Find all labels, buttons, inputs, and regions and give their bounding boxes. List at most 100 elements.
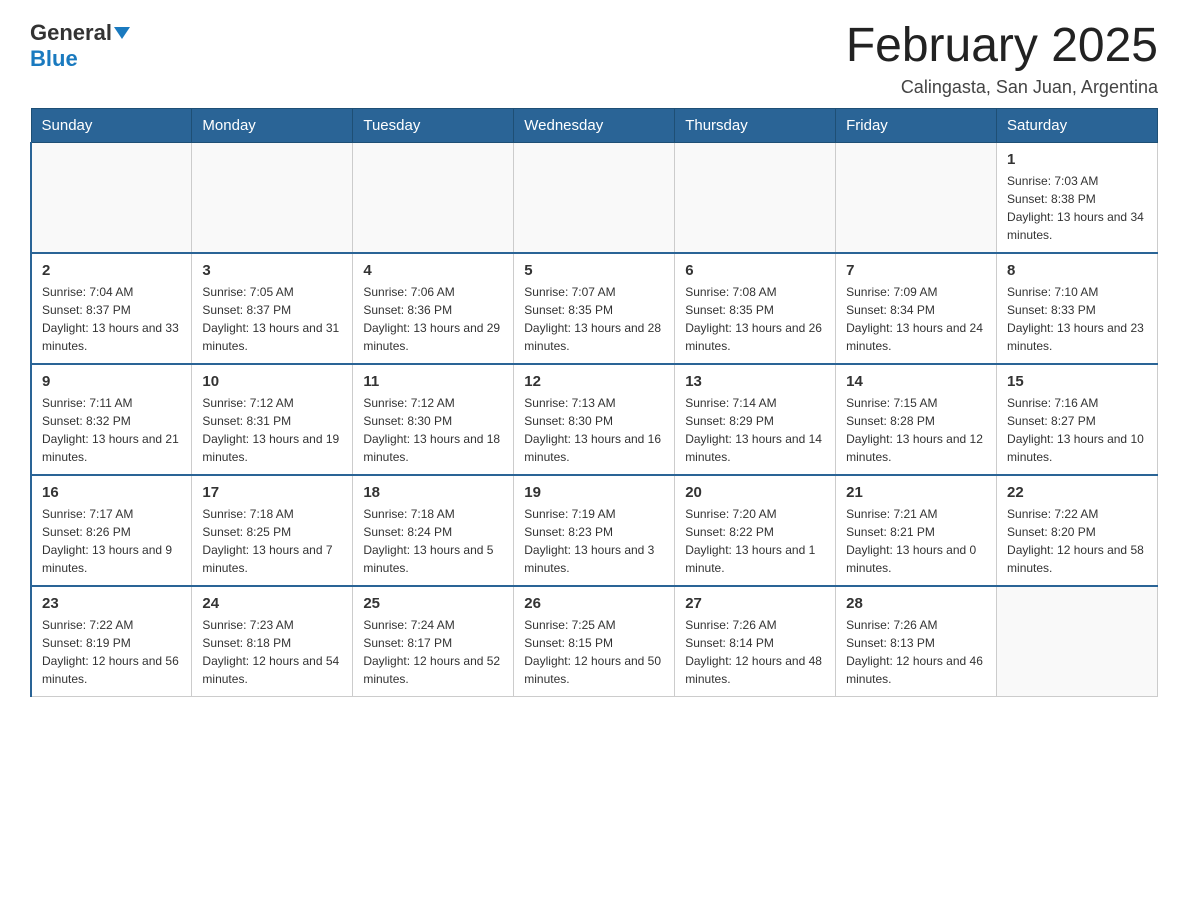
day-number: 5 [524, 262, 664, 279]
calendar-day-cell: 18 Sunrise: 7:18 AMSunset: 8:24 PMDayligh… [353, 475, 514, 586]
calendar-day-cell [192, 142, 353, 253]
day-info: Sunrise: 7:11 AMSunset: 8:32 PMDaylight:… [42, 394, 181, 466]
day-number: 11 [363, 373, 503, 390]
day-info: Sunrise: 7:12 AMSunset: 8:31 PMDaylight:… [202, 394, 342, 466]
day-number: 12 [524, 373, 664, 390]
day-number: 17 [202, 484, 342, 501]
calendar-day-cell [353, 142, 514, 253]
calendar-day-cell: 1 Sunrise: 7:03 AMSunset: 8:38 PMDaylight… [997, 142, 1158, 253]
calendar-day-cell [836, 142, 997, 253]
calendar-title: February 2025 [846, 20, 1158, 73]
day-info: Sunrise: 7:24 AMSunset: 8:17 PMDaylight:… [363, 616, 503, 688]
calendar-header: SundayMondayTuesdayWednesdayThursdayFrid… [31, 108, 1158, 142]
calendar-day-cell [514, 142, 675, 253]
day-info: Sunrise: 7:26 AMSunset: 8:14 PMDaylight:… [685, 616, 825, 688]
calendar-day-cell: 19 Sunrise: 7:19 AMSunset: 8:23 PMDayligh… [514, 475, 675, 586]
day-info: Sunrise: 7:08 AMSunset: 8:35 PMDaylight:… [685, 283, 825, 355]
day-number: 13 [685, 373, 825, 390]
day-number: 4 [363, 262, 503, 279]
weekday-header-sunday: Sunday [31, 108, 192, 142]
calendar-body: 1 Sunrise: 7:03 AMSunset: 8:38 PMDaylight… [31, 142, 1158, 696]
day-info: Sunrise: 7:18 AMSunset: 8:25 PMDaylight:… [202, 505, 342, 577]
days-of-week-row: SundayMondayTuesdayWednesdayThursdayFrid… [31, 108, 1158, 142]
day-number: 18 [363, 484, 503, 501]
day-info: Sunrise: 7:16 AMSunset: 8:27 PMDaylight:… [1007, 394, 1147, 466]
calendar-day-cell: 10Sunrise: 7:12 AMSunset: 8:31 PMDayligh… [192, 364, 353, 475]
calendar-day-cell: 16 Sunrise: 7:17 AMSunset: 8:26 PMDayligh… [31, 475, 192, 586]
day-info: Sunrise: 7:26 AMSunset: 8:13 PMDaylight:… [846, 616, 986, 688]
logo: General Blue [30, 20, 130, 72]
day-info: Sunrise: 7:12 AMSunset: 8:30 PMDaylight:… [363, 394, 503, 466]
calendar-week-row: 1 Sunrise: 7:03 AMSunset: 8:38 PMDaylight… [31, 142, 1158, 253]
calendar-day-cell: 12 Sunrise: 7:13 AMSunset: 8:30 PMDayligh… [514, 364, 675, 475]
day-number: 23 [42, 595, 181, 612]
day-info: Sunrise: 7:07 AMSunset: 8:35 PMDaylight:… [524, 283, 664, 355]
day-number: 22 [1007, 484, 1147, 501]
day-number: 14 [846, 373, 986, 390]
day-number: 3 [202, 262, 342, 279]
day-info: Sunrise: 7:20 AMSunset: 8:22 PMDaylight:… [685, 505, 825, 577]
day-info: Sunrise: 7:21 AMSunset: 8:21 PMDaylight:… [846, 505, 986, 577]
day-info: Sunrise: 7:19 AMSunset: 8:23 PMDaylight:… [524, 505, 664, 577]
calendar-day-cell: 7Sunrise: 7:09 AMSunset: 8:34 PMDaylight… [836, 253, 997, 364]
logo-blue-text: Blue [30, 46, 78, 72]
calendar-day-cell: 21 Sunrise: 7:21 AMSunset: 8:21 PMDayligh… [836, 475, 997, 586]
day-number: 9 [42, 373, 181, 390]
calendar-week-row: 23Sunrise: 7:22 AMSunset: 8:19 PMDayligh… [31, 586, 1158, 697]
day-number: 24 [202, 595, 342, 612]
day-info: Sunrise: 7:13 AMSunset: 8:30 PMDaylight:… [524, 394, 664, 466]
calendar-day-cell: 11 Sunrise: 7:12 AMSunset: 8:30 PMDayligh… [353, 364, 514, 475]
weekday-header-thursday: Thursday [675, 108, 836, 142]
day-info: Sunrise: 7:25 AMSunset: 8:15 PMDaylight:… [524, 616, 664, 688]
day-number: 2 [42, 262, 181, 279]
calendar-day-cell [675, 142, 836, 253]
day-number: 16 [42, 484, 181, 501]
day-number: 1 [1007, 151, 1147, 168]
day-number: 15 [1007, 373, 1147, 390]
calendar-day-cell: 5 Sunrise: 7:07 AMSunset: 8:35 PMDaylight… [514, 253, 675, 364]
day-info: Sunrise: 7:23 AMSunset: 8:18 PMDaylight:… [202, 616, 342, 688]
calendar-day-cell: 9 Sunrise: 7:11 AMSunset: 8:32 PMDaylight… [31, 364, 192, 475]
day-number: 19 [524, 484, 664, 501]
calendar-subtitle: Calingasta, San Juan, Argentina [846, 77, 1158, 98]
day-info: Sunrise: 7:05 AMSunset: 8:37 PMDaylight:… [202, 283, 342, 355]
calendar-day-cell: 3 Sunrise: 7:05 AMSunset: 8:37 PMDaylight… [192, 253, 353, 364]
calendar-day-cell: 25 Sunrise: 7:24 AMSunset: 8:17 PMDayligh… [353, 586, 514, 697]
calendar-week-row: 9 Sunrise: 7:11 AMSunset: 8:32 PMDaylight… [31, 364, 1158, 475]
day-number: 20 [685, 484, 825, 501]
calendar-day-cell: 22 Sunrise: 7:22 AMSunset: 8:20 PMDayligh… [997, 475, 1158, 586]
calendar-week-row: 2 Sunrise: 7:04 AMSunset: 8:37 PMDaylight… [31, 253, 1158, 364]
calendar-day-cell: 17 Sunrise: 7:18 AMSunset: 8:25 PMDayligh… [192, 475, 353, 586]
calendar-day-cell: 27Sunrise: 7:26 AMSunset: 8:14 PMDayligh… [675, 586, 836, 697]
day-number: 25 [363, 595, 503, 612]
page-header: General Blue February 2025 Calingasta, S… [30, 20, 1158, 98]
title-block: February 2025 Calingasta, San Juan, Arge… [846, 20, 1158, 98]
day-number: 7 [846, 262, 986, 279]
weekday-header-wednesday: Wednesday [514, 108, 675, 142]
calendar-day-cell: 26 Sunrise: 7:25 AMSunset: 8:15 PMDayligh… [514, 586, 675, 697]
day-number: 28 [846, 595, 986, 612]
weekday-header-friday: Friday [836, 108, 997, 142]
day-number: 26 [524, 595, 664, 612]
day-info: Sunrise: 7:17 AMSunset: 8:26 PMDaylight:… [42, 505, 181, 577]
calendar-day-cell: 24 Sunrise: 7:23 AMSunset: 8:18 PMDayligh… [192, 586, 353, 697]
day-info: Sunrise: 7:22 AMSunset: 8:20 PMDaylight:… [1007, 505, 1147, 577]
day-info: Sunrise: 7:10 AMSunset: 8:33 PMDaylight:… [1007, 283, 1147, 355]
calendar-day-cell: 6Sunrise: 7:08 AMSunset: 8:35 PMDaylight… [675, 253, 836, 364]
calendar-day-cell: 14Sunrise: 7:15 AMSunset: 8:28 PMDayligh… [836, 364, 997, 475]
calendar-day-cell [997, 586, 1158, 697]
calendar-day-cell [31, 142, 192, 253]
day-number: 21 [846, 484, 986, 501]
day-info: Sunrise: 7:18 AMSunset: 8:24 PMDaylight:… [363, 505, 503, 577]
calendar-day-cell: 20 Sunrise: 7:20 AMSunset: 8:22 PMDayligh… [675, 475, 836, 586]
calendar-day-cell: 28 Sunrise: 7:26 AMSunset: 8:13 PMDayligh… [836, 586, 997, 697]
weekday-header-tuesday: Tuesday [353, 108, 514, 142]
logo-general-text: General [30, 20, 112, 46]
day-info: Sunrise: 7:03 AMSunset: 8:38 PMDaylight:… [1007, 172, 1147, 244]
day-number: 8 [1007, 262, 1147, 279]
day-info: Sunrise: 7:14 AMSunset: 8:29 PMDaylight:… [685, 394, 825, 466]
day-info: Sunrise: 7:04 AMSunset: 8:37 PMDaylight:… [42, 283, 181, 355]
calendar-table: SundayMondayTuesdayWednesdayThursdayFrid… [30, 108, 1158, 697]
calendar-day-cell: 15 Sunrise: 7:16 AMSunset: 8:27 PMDayligh… [997, 364, 1158, 475]
calendar-day-cell: 4Sunrise: 7:06 AMSunset: 8:36 PMDaylight… [353, 253, 514, 364]
